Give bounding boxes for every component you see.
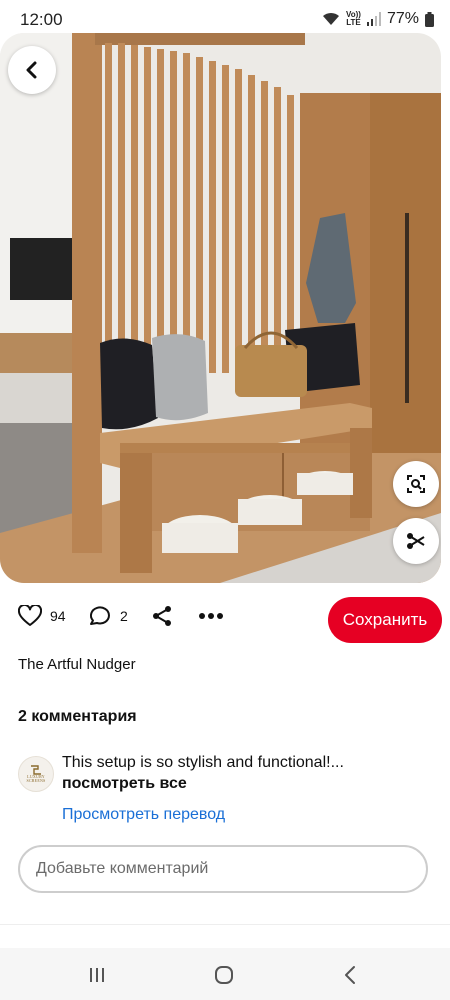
crop-button[interactable] — [393, 518, 439, 564]
home-button[interactable] — [209, 962, 239, 988]
battery-icon — [425, 11, 434, 27]
comment-bubble-icon — [90, 606, 110, 625]
comments-heading: 2 комментария — [18, 708, 137, 725]
home-icon — [215, 966, 233, 984]
status-time: 12:00 — [20, 10, 63, 29]
comment-button[interactable]: 2 — [88, 605, 128, 627]
pin-photo — [0, 33, 441, 583]
chevron-left-icon — [26, 61, 37, 79]
system-navigation-bar — [0, 948, 450, 1000]
battery-percent: 77% — [386, 10, 419, 27]
view-translation-link[interactable]: Просмотреть перевод — [62, 806, 225, 824]
comment-text: This setup is so stylish and functional!… — [62, 754, 344, 771]
share-button[interactable] — [150, 605, 174, 627]
pin-image[interactable] — [0, 33, 441, 583]
heart-icon — [18, 605, 42, 626]
visual-search-icon — [407, 475, 425, 493]
wood-slats — [105, 43, 294, 373]
view-all-link[interactable]: посмотреть все — [62, 773, 432, 794]
like-button[interactable]: 94 — [18, 605, 66, 627]
volte-bottom: LTE — [346, 18, 361, 27]
wifi-icon — [323, 12, 339, 25]
save-button[interactable]: Сохранить — [328, 597, 442, 643]
system-back-button[interactable] — [335, 962, 365, 988]
back-icon — [345, 966, 355, 984]
share-icon — [153, 606, 171, 626]
pin-author[interactable]: The Artful Nudger — [18, 656, 136, 673]
signal-icon — [366, 12, 381, 26]
like-count: 94 — [50, 608, 66, 624]
comment-text-block: This setup is so stylish and functional!… — [62, 752, 432, 794]
pin-actions: 94 2 Сохранить — [18, 597, 442, 643]
scissors-icon — [407, 533, 425, 549]
visual-search-button[interactable] — [393, 461, 439, 507]
avatar-text-bottom: SCREENS — [26, 778, 46, 783]
volte-indicator: Vo)) LTE — [346, 11, 361, 27]
back-button[interactable] — [8, 46, 56, 94]
commenter-avatar[interactable]: LUXURY SCREENS — [18, 756, 54, 792]
divider — [0, 924, 450, 925]
more-options-button[interactable] — [198, 605, 224, 627]
more-dots-icon — [199, 613, 223, 619]
comment-count: 2 — [120, 608, 128, 624]
recents-button[interactable] — [82, 962, 112, 988]
recents-icon — [90, 968, 104, 982]
status-icons: Vo)) LTE 77% — [322, 10, 434, 28]
comment-input[interactable] — [18, 845, 428, 893]
